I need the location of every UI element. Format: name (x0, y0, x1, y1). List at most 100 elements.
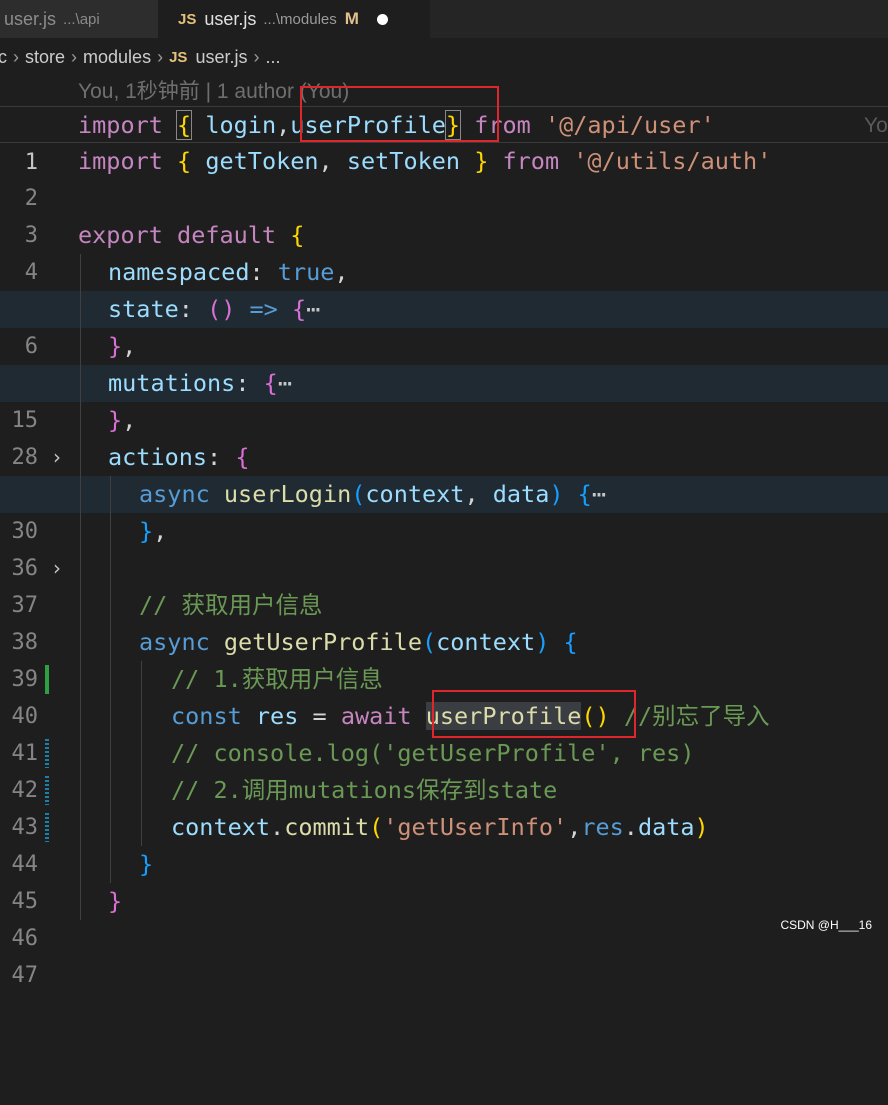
code-token: userLogin (223, 480, 352, 508)
inline-blame: Yo (864, 114, 888, 137)
breadcrumb-item-modules[interactable]: modules (83, 47, 151, 68)
code-token: state (108, 295, 179, 323)
code-token: await (340, 702, 412, 730)
git-modified-marker[interactable] (45, 739, 49, 768)
code-line: 4 export default { (0, 217, 888, 285)
code-line: 47 (0, 920, 888, 988)
unsaved-dot-icon[interactable] (376, 13, 388, 25)
folded-ellipsis[interactable]: ⋯ (306, 295, 320, 323)
tab-user-js-api[interactable]: user.js ...\api (0, 0, 158, 38)
git-added-marker[interactable] (45, 665, 49, 694)
code-token: 'getUserInfo' (383, 813, 568, 841)
code-token: . (270, 813, 285, 841)
code-comment: // console.log('getUserProfile', res) (171, 739, 695, 767)
code-comment: // 获取用户信息 (139, 591, 323, 619)
code-token: userProfile (425, 702, 582, 730)
code-token: ) (595, 702, 610, 730)
code-token: { (176, 110, 193, 140)
indent-guide (80, 624, 81, 661)
folded-ellipsis[interactable]: ⋯ (278, 369, 292, 397)
code-token: login (205, 111, 277, 139)
code-token: : (235, 369, 250, 397)
code-line: 1 import { login,userProfile} from '@/ap… (0, 106, 888, 175)
code-line: 45 } (0, 846, 888, 914)
js-file-icon: JS (178, 10, 197, 28)
code-token: '@/utils/auth' (573, 147, 772, 175)
code-line: 39 async getUserProfile(context) { (0, 624, 888, 692)
code-line: 42 // console.log('getUserProfile', res) (0, 735, 888, 803)
indent-guide (110, 735, 111, 772)
code-token: , (122, 332, 137, 360)
code-token: , (276, 111, 291, 139)
watermark: CSDN @H___16 (780, 918, 872, 932)
tab-path: ...\modules (263, 10, 337, 28)
indent-guide (141, 661, 142, 698)
indent-guide (80, 439, 81, 476)
chevron-right-icon: › (13, 46, 19, 67)
indent-guide (80, 883, 81, 920)
code-line: 36 }, (0, 513, 888, 581)
code-token: { (177, 147, 192, 175)
git-modified-marker[interactable] (45, 813, 49, 842)
code-token: => (249, 295, 278, 323)
indent-guide (110, 513, 111, 550)
code-line-folded: 15 › mutations: {⋯ (0, 365, 888, 469)
code-token: . (623, 813, 638, 841)
code-token: : (178, 295, 193, 323)
indent-guide (141, 772, 142, 809)
code-token: } (139, 850, 154, 878)
tab-label: user.js (4, 8, 57, 29)
code-token: export (78, 221, 163, 249)
code-token: ) (549, 480, 564, 508)
code-line: 40 // 1.获取用户信息 (0, 661, 888, 729)
breadcrumb-item-file[interactable]: user.js (195, 47, 247, 68)
code-token: { (563, 628, 578, 656)
indent-guide (80, 661, 81, 698)
indent-guide (110, 809, 111, 846)
breadcrumb: c › store › modules › JS user.js › ... (0, 38, 888, 76)
indent-guide (110, 587, 111, 624)
code-token: const (171, 702, 242, 730)
indent-guide (80, 587, 81, 624)
git-modified-marker[interactable] (45, 776, 49, 805)
code-token: getUserProfile (223, 628, 422, 656)
code-line: 28 }, (0, 402, 888, 470)
indent-guide (80, 402, 81, 439)
code-token: () (207, 295, 236, 323)
breadcrumb-item-store[interactable]: store (25, 47, 65, 68)
code-line: 41 const res = await userProfile() //别忘了… (0, 698, 888, 766)
indent-guide (80, 254, 81, 291)
code-token: { (290, 221, 305, 249)
code-token: , (567, 813, 582, 841)
breadcrumb-item-symbols[interactable]: ... (265, 47, 280, 68)
line-number: 47 (11, 963, 39, 988)
code-comment: //别忘了导入 (623, 702, 770, 730)
indent-guide (80, 365, 81, 402)
code-token: { (235, 443, 250, 471)
code-token: ) (535, 628, 550, 656)
chevron-right-icon: › (71, 46, 78, 67)
indent-guide (80, 809, 81, 846)
git-blame-codelens[interactable]: You, 1秒钟前 | 1 author (You) (78, 76, 349, 108)
chevron-right-icon: › (157, 46, 164, 67)
indent-guide (80, 698, 81, 735)
breadcrumb-item-c[interactable]: c (0, 47, 7, 68)
code-token: async (139, 628, 210, 656)
code-token: context (171, 813, 271, 841)
code-token: namespaced (108, 258, 250, 286)
chevron-right-icon: › (253, 46, 260, 67)
indent-guide (80, 735, 81, 772)
indent-guide (110, 476, 111, 513)
code-token: res (255, 702, 299, 730)
code-token: ( (421, 628, 437, 656)
tab-label: user.js (204, 8, 257, 29)
indent-guide (80, 550, 81, 587)
code-token: data (637, 813, 695, 841)
code-token: } (139, 517, 154, 545)
tab-user-js-modules[interactable]: JS user.js ...\modules M (158, 0, 430, 38)
code-token: , (122, 406, 137, 434)
folded-ellipsis[interactable]: ⋯ (592, 480, 606, 508)
indent-guide (110, 661, 111, 698)
code-token: ( (581, 702, 596, 730)
code-token: from (502, 147, 560, 175)
